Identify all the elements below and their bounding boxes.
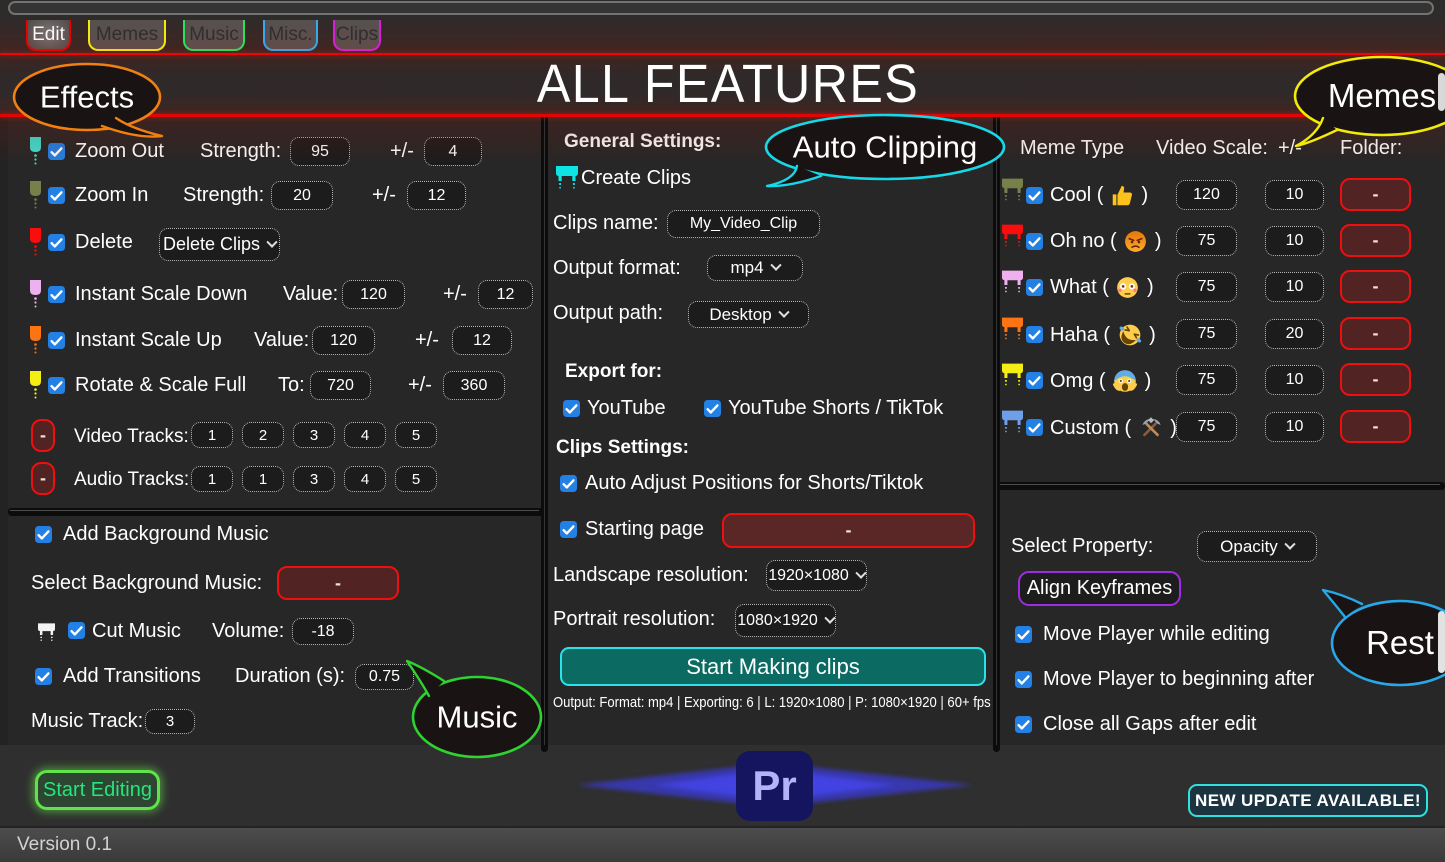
svg-text:Auto Clipping: Auto Clipping xyxy=(793,130,977,165)
svg-text:Effects: Effects xyxy=(40,80,134,115)
svg-text:Memes: Memes xyxy=(1328,77,1436,114)
svg-text:Rest: Rest xyxy=(1366,624,1434,661)
svg-text:Music: Music xyxy=(437,700,518,735)
